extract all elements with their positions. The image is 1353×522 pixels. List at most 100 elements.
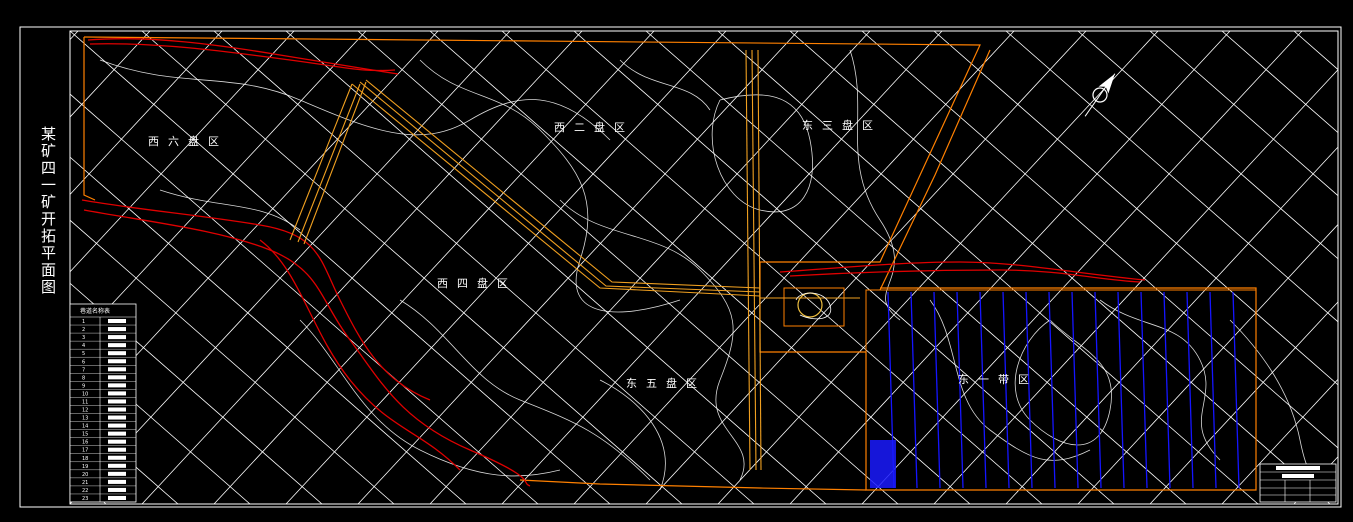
table-row-name [108, 375, 126, 380]
zone-label-xisi: 西四盘区 [437, 276, 517, 290]
table-row-number: 4 [82, 343, 85, 349]
roadway [757, 49, 762, 471]
table-row-name [108, 407, 126, 412]
grid-line [1005, 31, 1338, 323]
grid-line [70, 31, 611, 504]
table-row-number: 15 [82, 432, 88, 438]
table-row-number: 10 [82, 391, 88, 397]
table-row-name [108, 431, 126, 436]
table-row-name [108, 479, 126, 484]
table-row-number: 8 [82, 375, 85, 381]
inner-frame [69, 30, 1339, 505]
grid-line [0, 31, 6, 504]
contour-line [559, 199, 745, 481]
table-row-number: 1 [82, 319, 85, 325]
zone-label-dongsan: 东三盘区 [802, 118, 882, 132]
workface-line [1002, 291, 1010, 489]
workface-line [979, 291, 987, 489]
contour-line [599, 379, 666, 491]
table-row-number: 18 [82, 456, 88, 462]
roadway [751, 49, 757, 471]
workface-line [1094, 291, 1102, 489]
table-row-number: 11 [82, 399, 88, 405]
grid-line [789, 31, 1231, 504]
table-row-number: 12 [82, 408, 88, 414]
table-row-number: 6 [82, 359, 85, 365]
contour-line [1099, 299, 1221, 461]
grid-line [285, 31, 827, 504]
title-block [1259, 463, 1337, 503]
grid-line [1149, 31, 1338, 197]
contour-line [619, 59, 711, 111]
table-row-number: 16 [82, 440, 88, 446]
zone-label-xier: 西二盘区 [554, 120, 634, 134]
grid-line [141, 31, 583, 504]
workface-line [1209, 291, 1217, 489]
contour-line [299, 319, 561, 477]
grid-line [285, 31, 727, 504]
grid-line [1005, 146, 1338, 504]
table-row-number: 3 [82, 335, 85, 341]
table-row-name [108, 447, 126, 452]
contour-lines [99, 49, 1336, 491]
grid-line [645, 31, 1187, 504]
table-row-name [108, 327, 126, 332]
coordinate-grid-ascending [0, 31, 1338, 504]
grid-line [70, 219, 395, 504]
table-row-number: 23 [82, 496, 88, 502]
contour-line [711, 94, 813, 213]
roadway-name-table: 巷道名称表 1234567891011121314151617181920212… [69, 303, 137, 503]
drawing-title: 某矿四一矿开拓平面图 [39, 126, 57, 296]
workface-line [1232, 291, 1240, 489]
grid-line [501, 31, 943, 504]
contour-line [419, 59, 681, 313]
table-row-name [108, 335, 126, 340]
mine-boundary-west [83, 37, 96, 201]
table-row-name [108, 351, 126, 356]
table-row-name [108, 399, 126, 404]
roadway [359, 81, 761, 293]
shaft-loop [797, 292, 823, 318]
grid-line [861, 31, 1338, 449]
roadway [351, 83, 761, 297]
contour-line [159, 189, 301, 231]
mine-boundary [83, 36, 1257, 491]
table-row-name [108, 439, 126, 444]
contour-line [99, 59, 611, 141]
table-row-name [108, 463, 126, 468]
grid-line [573, 31, 1015, 504]
table-title: 巷道名称表 [80, 307, 110, 315]
workface-block [870, 440, 896, 488]
roadway [745, 49, 751, 471]
table-row-name [108, 383, 126, 388]
workface-line [1186, 291, 1194, 489]
grid-line [1149, 301, 1338, 504]
table-row-name [108, 471, 126, 476]
table-row-number: 20 [82, 472, 88, 478]
workface-lines [887, 291, 1240, 489]
grid-line [70, 31, 439, 428]
grid-line [1221, 378, 1338, 504]
table-row-name [108, 391, 126, 396]
table-row-number: 9 [82, 383, 85, 389]
grid-line [789, 31, 1331, 504]
grid-line [213, 31, 655, 504]
roadway [365, 79, 761, 289]
mine-boundary-south [519, 479, 867, 491]
grid-line [861, 31, 1303, 504]
table-row-name [108, 359, 126, 364]
fault-line [789, 269, 1141, 283]
table-row-number: 22 [82, 488, 88, 494]
grid-line [357, 31, 899, 504]
table-row-name [108, 423, 126, 428]
table-row-name [108, 319, 126, 324]
table-row-number: 2 [82, 327, 85, 333]
grid-line [429, 31, 871, 504]
roadway [297, 83, 361, 243]
workface-line [1071, 291, 1079, 489]
zone-label-xiliu: 西六盘区 [148, 134, 228, 148]
grid-line [213, 31, 755, 504]
grid-line [0, 31, 34, 504]
table-row-name [108, 343, 126, 348]
table-row-number: 13 [82, 416, 88, 422]
